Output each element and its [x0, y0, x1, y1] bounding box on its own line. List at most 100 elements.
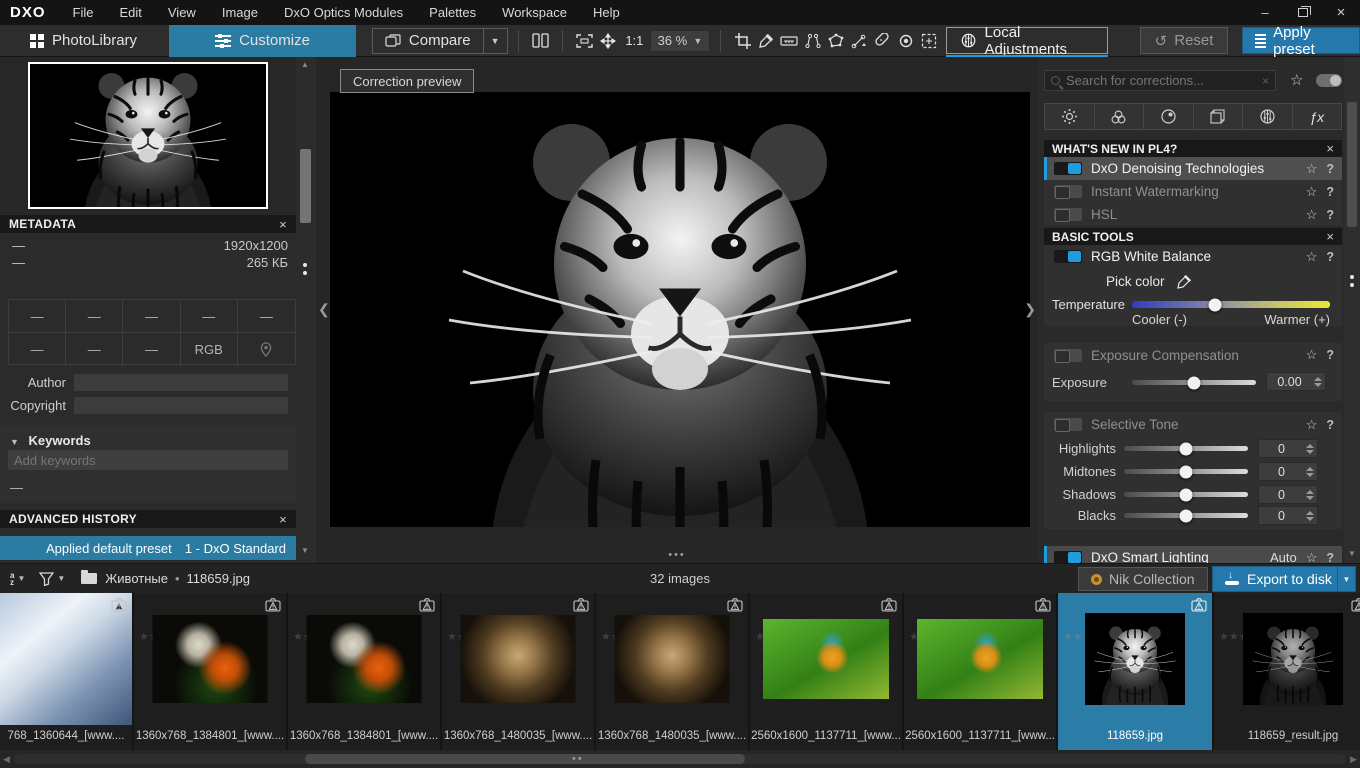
help-icon[interactable]: ? — [1326, 250, 1334, 264]
menu-help[interactable]: Help — [580, 0, 633, 25]
zoom-level-select[interactable]: 36 % ▼ — [650, 30, 711, 52]
copyright-field[interactable] — [74, 397, 288, 414]
menu-workspace[interactable]: Workspace — [489, 0, 580, 25]
shadows-slider[interactable] — [1124, 492, 1248, 497]
scroll-up-icon[interactable]: ▲ — [301, 60, 309, 69]
palette-color-tab[interactable] — [1095, 103, 1145, 130]
temperature-slider-knob[interactable] — [1209, 298, 1222, 311]
scroll-right-icon[interactable]: ▶ — [1350, 754, 1357, 765]
active-corrections-toggle[interactable] — [1316, 74, 1342, 87]
advanced-history-close-icon[interactable]: × — [279, 512, 287, 527]
palette-light-tab[interactable] — [1044, 103, 1095, 130]
export-dropdown-arrow[interactable]: ▼ — [1337, 566, 1356, 592]
palette-geometry-tab[interactable] — [1194, 103, 1244, 130]
palette-detail-tab[interactable] — [1144, 103, 1194, 130]
help-icon[interactable]: ? — [1326, 162, 1334, 176]
shadows-slider-knob[interactable] — [1180, 488, 1193, 501]
tool-row-selective-tone[interactable]: Selective Tone ☆ ? — [1044, 412, 1342, 437]
sort-az-icon[interactable]: az — [10, 572, 14, 586]
filmstrip-item[interactable]: 768_1360644_[www.... — [0, 593, 134, 750]
scroll-down-icon[interactable]: ▼ — [1348, 549, 1356, 558]
filmstrip-item[interactable]: ★★★★★ 1360x768_1384801_[www.... — [288, 593, 442, 750]
tool-row-hsl[interactable]: HSL ☆ ? — [1044, 203, 1342, 226]
star-icon[interactable]: ☆ — [1306, 249, 1318, 265]
minimize-button[interactable]: – — [1246, 0, 1284, 25]
perspective-tool-button[interactable] — [801, 28, 824, 54]
search-clear-icon[interactable]: × — [1262, 74, 1269, 88]
keywords-title-row[interactable]: ▼ Keywords — [10, 433, 91, 448]
shadows-stepper[interactable] — [1304, 490, 1317, 500]
panel-resize-grip[interactable] — [1350, 275, 1354, 291]
midtones-slider-knob[interactable] — [1180, 465, 1193, 478]
palette-local-adjustments-tab[interactable] — [1243, 103, 1293, 130]
watermarking-toggle[interactable] — [1054, 185, 1082, 198]
menu-dxo-optics-modules[interactable]: DxO Optics Modules — [271, 0, 416, 25]
midtones-stepper[interactable] — [1304, 467, 1317, 477]
menu-palettes[interactable]: Palettes — [416, 0, 489, 25]
compare-button[interactable]: Compare — [373, 29, 483, 53]
scrollbar-thumb[interactable] — [305, 754, 745, 764]
filmstrip-splitter-handle[interactable]: ••• — [668, 549, 686, 561]
collapse-left-panel-icon[interactable]: ❮ — [318, 301, 330, 318]
author-field[interactable] — [74, 374, 288, 391]
collapse-right-panel-icon[interactable]: ❯ — [1024, 301, 1036, 318]
breadcrumb-file[interactable]: 118659.jpg — [187, 571, 250, 586]
add-keywords-input[interactable] — [8, 450, 288, 470]
horizon-tool-button[interactable] — [778, 28, 801, 54]
exposure-slider[interactable] — [1132, 380, 1256, 385]
search-corrections-input[interactable] — [1066, 73, 1256, 88]
blacks-slider-knob[interactable] — [1180, 509, 1193, 522]
star-icon[interactable]: ☆ — [1306, 207, 1318, 223]
exif-geolocation-cell[interactable] — [238, 333, 295, 366]
highlights-slider-knob[interactable] — [1180, 442, 1193, 455]
local-adjustments-button[interactable]: Local Adjustments — [946, 27, 1107, 54]
fit-screen-button[interactable] — [573, 28, 596, 54]
shadows-value-box[interactable]: 0 — [1258, 485, 1318, 504]
view-mask-tool-button[interactable] — [917, 28, 940, 54]
compare-dropdown-arrow[interactable]: ▼ — [483, 29, 507, 53]
export-to-disk-button[interactable]: Export to disk — [1212, 566, 1345, 592]
image-preview-thumbnail[interactable] — [28, 62, 268, 209]
tool-row-white-balance[interactable]: RGB White Balance ☆ ? — [1044, 245, 1342, 268]
tool-row-watermarking[interactable]: Instant Watermarking ☆ ? — [1044, 180, 1342, 203]
filmstrip-item[interactable]: ★★★★★ 1360x768_1384801_[www.... — [134, 593, 288, 750]
split-view-button[interactable] — [529, 28, 552, 54]
blacks-value-box[interactable]: 0 — [1258, 506, 1318, 525]
exposure-compensation-toggle[interactable] — [1054, 349, 1082, 362]
highlights-stepper[interactable] — [1304, 444, 1317, 454]
highlights-slider[interactable] — [1124, 446, 1248, 451]
right-panel-scrollbar[interactable]: ▼ — [1344, 57, 1360, 563]
panel-resize-grip[interactable] — [303, 263, 307, 279]
filmstrip-scrollbar[interactable]: ◀ •• ▶ — [0, 750, 1360, 768]
menu-view[interactable]: View — [155, 0, 209, 25]
star-icon[interactable]: ☆ — [1306, 550, 1318, 564]
highlights-value-box[interactable]: 0 — [1258, 439, 1318, 458]
history-entry-row[interactable]: Applied default preset 1 - DxO Standard — [0, 536, 296, 560]
midtones-value-box[interactable]: 0 — [1258, 462, 1318, 481]
breadcrumb-folder[interactable]: Животные — [105, 571, 168, 586]
hsl-toggle[interactable] — [1054, 208, 1082, 221]
blacks-stepper[interactable] — [1304, 511, 1317, 521]
auto-mask-tool-button[interactable] — [824, 28, 847, 54]
favorites-filter-icon[interactable]: ☆ — [1290, 71, 1303, 89]
tab-customize[interactable]: Customize — [169, 25, 356, 57]
filmstrip-item[interactable]: ★★★★★ 2560x1600_1137711_[www... — [904, 593, 1058, 750]
help-icon[interactable]: ? — [1326, 208, 1334, 222]
metadata-close-icon[interactable]: × — [279, 217, 287, 232]
exposure-stepper[interactable] — [1312, 377, 1325, 387]
right-scrollbar-thumb[interactable] — [1347, 102, 1357, 227]
help-icon[interactable]: ? — [1326, 551, 1334, 564]
filmstrip-item[interactable]: ★★★★★ 2560x1600_1137711_[www... — [750, 593, 904, 750]
exposure-value-box[interactable]: 0.00 — [1266, 372, 1326, 391]
sort-dropdown-arrow[interactable]: ▼ — [17, 574, 25, 583]
repair-tool-button[interactable] — [871, 28, 894, 54]
filmstrip-item[interactable]: ★★★★★ 1360x768_1480035_[www.... — [442, 593, 596, 750]
selective-tone-toggle[interactable] — [1054, 418, 1082, 431]
help-icon[interactable]: ? — [1326, 348, 1334, 362]
close-button[interactable]: × — [1322, 0, 1360, 25]
star-icon[interactable]: ☆ — [1306, 347, 1318, 363]
star-icon[interactable]: ☆ — [1306, 184, 1318, 200]
red-eye-tool-button[interactable] — [894, 28, 917, 54]
zoom-1to1-button[interactable]: 1:1 — [619, 28, 649, 54]
left-panel-scrollbar[interactable]: ▲ ▼ — [296, 57, 316, 563]
